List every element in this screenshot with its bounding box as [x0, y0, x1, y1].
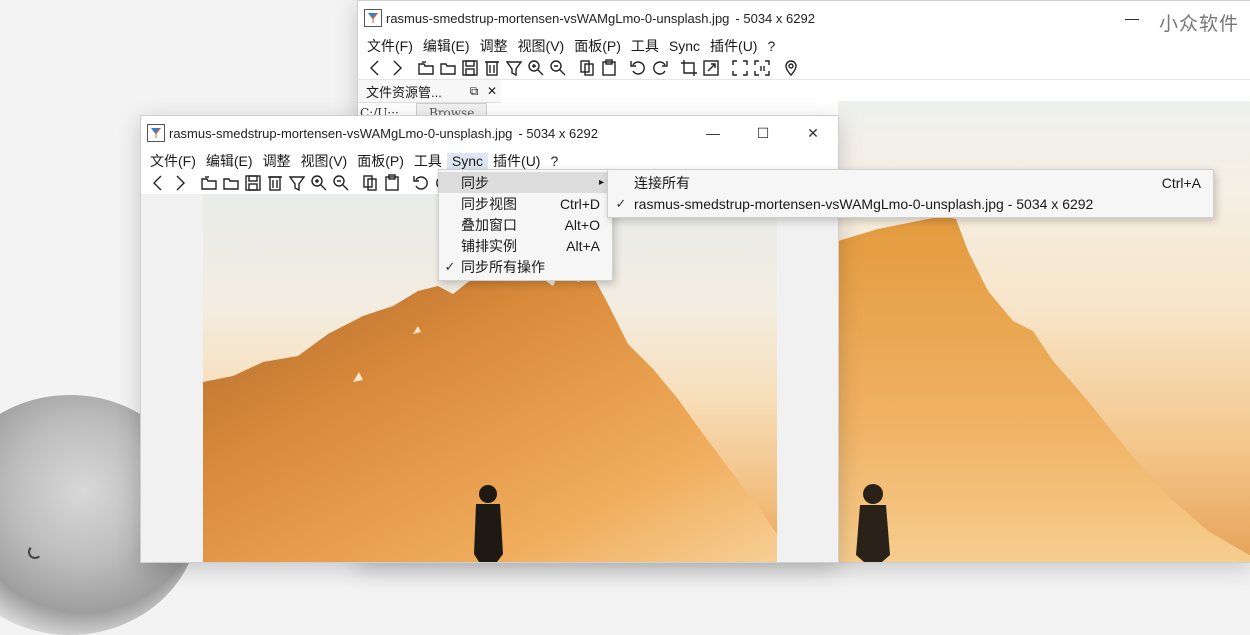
copy-icon[interactable] [576, 58, 597, 79]
menu-edit[interactable]: 编辑(E) [201, 151, 258, 171]
menu-adjust[interactable]: 调整 [258, 151, 296, 171]
open-icon[interactable] [198, 173, 219, 194]
file-explorer-title: 文件资源管... [366, 84, 442, 100]
minimize-button[interactable]: — [688, 116, 738, 150]
menu-help[interactable]: ? [545, 153, 563, 169]
menu-help[interactable]: ? [762, 38, 780, 54]
front-titlebar[interactable]: rasmus-smedstrup-mortensen-vsWAMgLmo-0-u… [141, 116, 838, 150]
menu-item-overlay-windows[interactable]: 叠加窗口 Alt+O [439, 214, 612, 235]
menu-edit[interactable]: 编辑(E) [418, 36, 475, 56]
close-button[interactable]: ✕ [788, 116, 838, 150]
next-icon[interactable] [169, 173, 190, 194]
menu-item-sync-all-operations[interactable]: ✓ 同步所有操作 [439, 256, 612, 277]
checkmark-icon: ✓ [444, 258, 456, 274]
menu-item-sync[interactable]: 同步 ▸ [439, 172, 612, 193]
save-icon[interactable] [242, 173, 263, 194]
zoom-out-icon[interactable] [547, 58, 568, 79]
delete-icon[interactable] [481, 58, 502, 79]
menu-item-tile-instances[interactable]: 铺排实例 Alt+A [439, 235, 612, 256]
submenu-item-connect-all[interactable]: 连接所有 Ctrl+A [608, 172, 1213, 193]
paste-icon[interactable] [598, 58, 619, 79]
app-logo-icon [147, 124, 165, 142]
folder-icon[interactable] [220, 173, 241, 194]
sync-dropdown-menu: 同步 ▸ 同步视图 Ctrl+D 叠加窗口 Alt+O 铺排实例 Alt+A ✓… [438, 169, 613, 281]
menu-plugins[interactable]: 插件(U) [488, 151, 545, 171]
panel-close-icon[interactable]: ✕ [483, 84, 501, 98]
rotate-left-icon[interactable] [627, 58, 648, 79]
file-explorer-panel-header: 文件资源管... ⧉ ✕ [358, 80, 501, 103]
filter-icon[interactable] [503, 58, 524, 79]
paste-icon[interactable] [381, 173, 402, 194]
open-icon[interactable] [415, 58, 436, 79]
location-pin-icon[interactable] [780, 58, 801, 79]
zoom-in-icon[interactable] [525, 58, 546, 79]
rotate-right-icon[interactable] [649, 58, 670, 79]
maximize-button[interactable]: ☐ [738, 116, 788, 150]
crop-icon[interactable] [678, 58, 699, 79]
menu-view[interactable]: 视图(V) [296, 151, 353, 171]
back-titlebar[interactable]: rasmus-smedstrup-mortensen-vsWAMgLmo-0-u… [358, 1, 1250, 35]
menu-file[interactable]: 文件(F) [362, 36, 418, 56]
watermark-text: 小众软件 [1158, 14, 1239, 35]
menu-panel[interactable]: 面板(P) [569, 36, 626, 56]
resize-icon[interactable] [700, 58, 721, 79]
menu-sync[interactable]: Sync [446, 153, 489, 169]
folder-icon[interactable] [437, 58, 458, 79]
save-icon[interactable] [459, 58, 480, 79]
menu-adjust[interactable]: 调整 [475, 36, 513, 56]
front-window-title: rasmus-smedstrup-mortensen-vsWAMgLmo-0-u… [169, 125, 513, 141]
copy-icon[interactable] [359, 173, 380, 194]
menu-tools[interactable]: 工具 [626, 36, 664, 56]
zoom-out-icon[interactable] [330, 173, 351, 194]
back-toolbar [358, 57, 1250, 80]
prev-icon[interactable] [147, 173, 168, 194]
menu-view[interactable]: 视图(V) [513, 36, 570, 56]
prev-icon[interactable] [364, 58, 385, 79]
front-window-dimensions: - 5034 x 6292 [518, 125, 598, 141]
sync-submenu: 连接所有 Ctrl+A ✓ rasmus-smedstrup-mortensen… [607, 169, 1214, 218]
window-controls: — ☐ ✕ [688, 116, 838, 150]
panel-float-icon[interactable]: ⧉ [465, 84, 483, 99]
delete-icon[interactable] [264, 173, 285, 194]
app-logo-icon [364, 9, 382, 27]
checkmark-icon: ✓ [615, 195, 627, 211]
back-window-dimensions: - 5034 x 6292 [735, 10, 815, 26]
back-window-title: rasmus-smedstrup-mortensen-vsWAMgLmo-0-u… [386, 10, 730, 26]
rotate-left-icon[interactable] [410, 173, 431, 194]
zoom-in-icon[interactable] [308, 173, 329, 194]
menu-tools[interactable]: 工具 [409, 151, 447, 171]
submenu-item-instance[interactable]: ✓ rasmus-smedstrup-mortensen-vsWAMgLmo-0… [608, 193, 1213, 214]
menu-item-sync-view[interactable]: 同步视图 Ctrl+D [439, 193, 612, 214]
filter-icon[interactable] [286, 173, 307, 194]
menu-file[interactable]: 文件(F) [145, 151, 201, 171]
next-icon[interactable] [386, 58, 407, 79]
menu-plugins[interactable]: 插件(U) [705, 36, 762, 56]
back-minimize-button[interactable]: — [1125, 10, 1139, 26]
actual-size-icon[interactable] [751, 58, 772, 79]
menu-sync[interactable]: Sync [664, 38, 705, 54]
fit-window-icon[interactable] [729, 58, 750, 79]
desktop-icon [28, 545, 42, 559]
back-menubar: 文件(F) 编辑(E) 调整 视图(V) 面板(P) 工具 Sync 插件(U)… [358, 35, 1250, 57]
menu-panel[interactable]: 面板(P) [352, 151, 409, 171]
